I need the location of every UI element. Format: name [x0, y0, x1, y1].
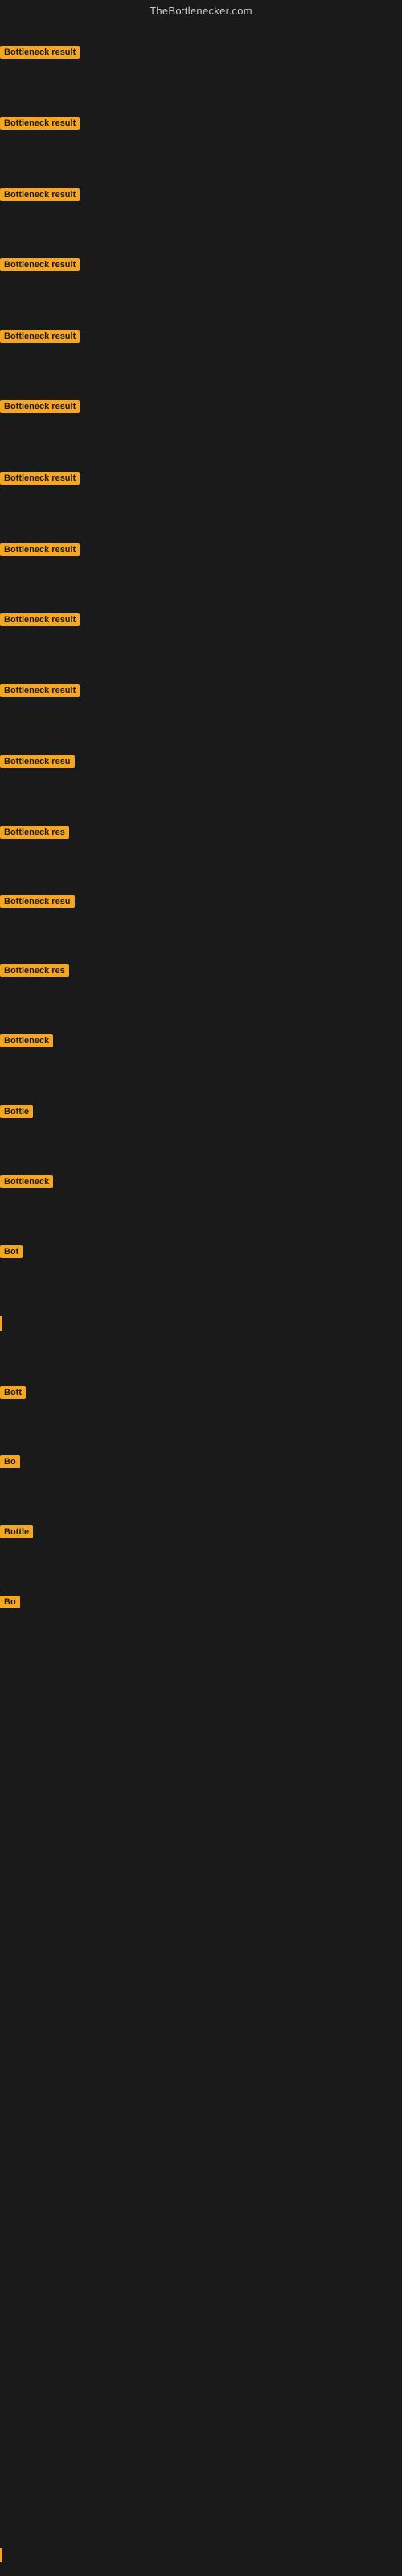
bottleneck-result-item-13[interactable]: Bottleneck resu: [0, 895, 75, 912]
bottleneck-result-badge-2: Bottleneck result: [0, 117, 80, 130]
bottleneck-result-badge-18: Bot: [0, 1245, 23, 1258]
bottleneck-result-badge-7: Bottleneck result: [0, 472, 80, 485]
bottleneck-result-badge-8: Bottleneck result: [0, 543, 80, 556]
bottleneck-result-badge-14: Bottleneck res: [0, 964, 69, 977]
bottleneck-result-badge-16: Bottle: [0, 1105, 33, 1118]
bottleneck-result-badge-23: Bo: [0, 1596, 20, 1608]
bottleneck-result-item-4[interactable]: Bottleneck result: [0, 258, 80, 275]
bottleneck-result-badge-1: Bottleneck result: [0, 46, 80, 59]
bottleneck-result-badge-20: Bott: [0, 1386, 26, 1399]
site-title: TheBottlenecker.com: [0, 0, 402, 20]
bottleneck-result-item-12[interactable]: Bottleneck res: [0, 826, 69, 843]
bottleneck-result-badge-15: Bottleneck: [0, 1034, 53, 1047]
bottleneck-result-item-6[interactable]: Bottleneck result: [0, 400, 80, 417]
bottleneck-result-item-8[interactable]: Bottleneck result: [0, 543, 80, 560]
bottleneck-result-item-3[interactable]: Bottleneck result: [0, 188, 80, 205]
bottleneck-result-badge-5: Bottleneck result: [0, 330, 80, 343]
bottleneck-result-item-20[interactable]: Bott: [0, 1386, 26, 1403]
bottleneck-result-badge-12: Bottleneck res: [0, 826, 69, 839]
bottleneck-result-badge-4: Bottleneck result: [0, 258, 80, 271]
bottleneck-result-item-23[interactable]: Bo: [0, 1596, 20, 1612]
bottleneck-result-item-1[interactable]: Bottleneck result: [0, 46, 80, 63]
bottleneck-result-item-21[interactable]: Bo: [0, 1455, 20, 1472]
bottleneck-result-badge-10: Bottleneck result: [0, 684, 80, 697]
bottleneck-result-badge-9: Bottleneck result: [0, 613, 80, 626]
bottleneck-result-item-17[interactable]: Bottleneck: [0, 1175, 53, 1192]
bottleneck-result-item-11[interactable]: Bottleneck resu: [0, 755, 75, 772]
bottleneck-result-item-16[interactable]: Bottle: [0, 1105, 33, 1122]
cursor-line-24: [0, 2548, 2, 2562]
bottleneck-result-item-7[interactable]: Bottleneck result: [0, 472, 80, 489]
bottleneck-result-item-10[interactable]: Bottleneck result: [0, 684, 80, 701]
bottleneck-result-badge-17: Bottleneck: [0, 1175, 53, 1188]
bottleneck-result-badge-13: Bottleneck resu: [0, 895, 75, 908]
bottleneck-result-item-15[interactable]: Bottleneck: [0, 1034, 53, 1051]
bottleneck-result-item-14[interactable]: Bottleneck res: [0, 964, 69, 981]
cursor-line-19: [0, 1316, 2, 1331]
bottleneck-result-item-2[interactable]: Bottleneck result: [0, 117, 80, 134]
bottleneck-result-badge-22: Bottle: [0, 1525, 33, 1538]
bottleneck-result-item-5[interactable]: Bottleneck result: [0, 330, 80, 347]
bottleneck-result-badge-6: Bottleneck result: [0, 400, 80, 413]
bottleneck-result-badge-11: Bottleneck resu: [0, 755, 75, 768]
bottleneck-result-item-9[interactable]: Bottleneck result: [0, 613, 80, 630]
bottleneck-result-item-18[interactable]: Bot: [0, 1245, 23, 1262]
bottleneck-result-badge-3: Bottleneck result: [0, 188, 80, 201]
bottleneck-result-badge-21: Bo: [0, 1455, 20, 1468]
bottleneck-result-item-22[interactable]: Bottle: [0, 1525, 33, 1542]
